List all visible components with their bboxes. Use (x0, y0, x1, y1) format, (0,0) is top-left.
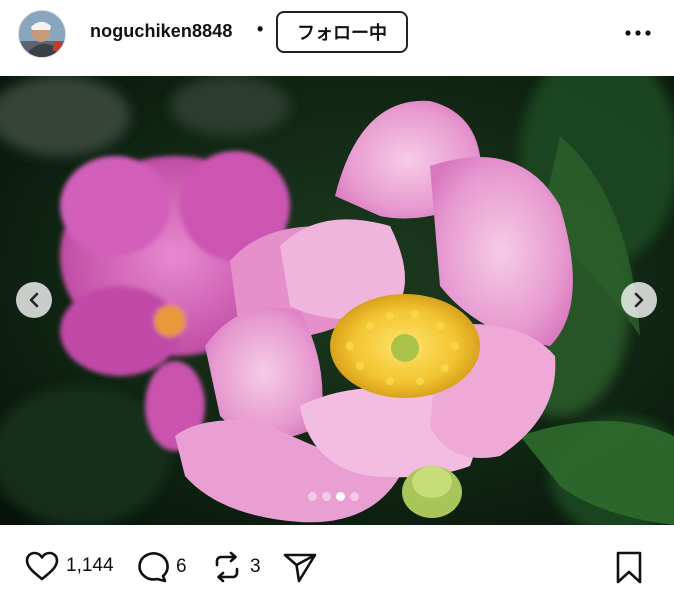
like-count: 1,144 (66, 555, 114, 576)
action-bar: 1,144 6 3 (0, 540, 674, 597)
separator-dot: • (257, 19, 264, 39)
chevron-right-icon (634, 292, 644, 308)
following-button[interactable]: フォロー中 (276, 11, 408, 53)
more-options-icon[interactable] (620, 18, 656, 48)
chevron-left-icon (29, 292, 39, 308)
peony-photo (0, 76, 674, 525)
comment-icon (138, 552, 169, 583)
carousel-dot (308, 492, 317, 501)
post-header: noguchiken8848 • フォロー中 (0, 0, 674, 76)
post-image[interactable] (0, 76, 674, 525)
share-button[interactable] (282, 550, 318, 584)
send-icon (283, 553, 317, 583)
carousel-dot (336, 492, 345, 501)
heart-icon (25, 551, 59, 581)
carousel-dot (322, 492, 331, 501)
next-image-button[interactable] (621, 282, 657, 318)
username[interactable]: noguchiken8848 (90, 21, 232, 42)
previous-image-button[interactable] (16, 282, 52, 318)
like-button[interactable]: 1,144 (24, 550, 114, 582)
save-button[interactable] (612, 550, 646, 586)
comment-count: 6 (176, 556, 187, 577)
repost-button[interactable]: 3 (210, 550, 261, 584)
comment-button[interactable]: 6 (134, 550, 187, 584)
repost-count: 3 (250, 556, 261, 577)
carousel-dot (350, 492, 359, 501)
carousel-indicator (308, 492, 359, 501)
avatar[interactable] (18, 10, 66, 58)
bookmark-icon (616, 551, 642, 584)
repost-icon (215, 551, 239, 583)
